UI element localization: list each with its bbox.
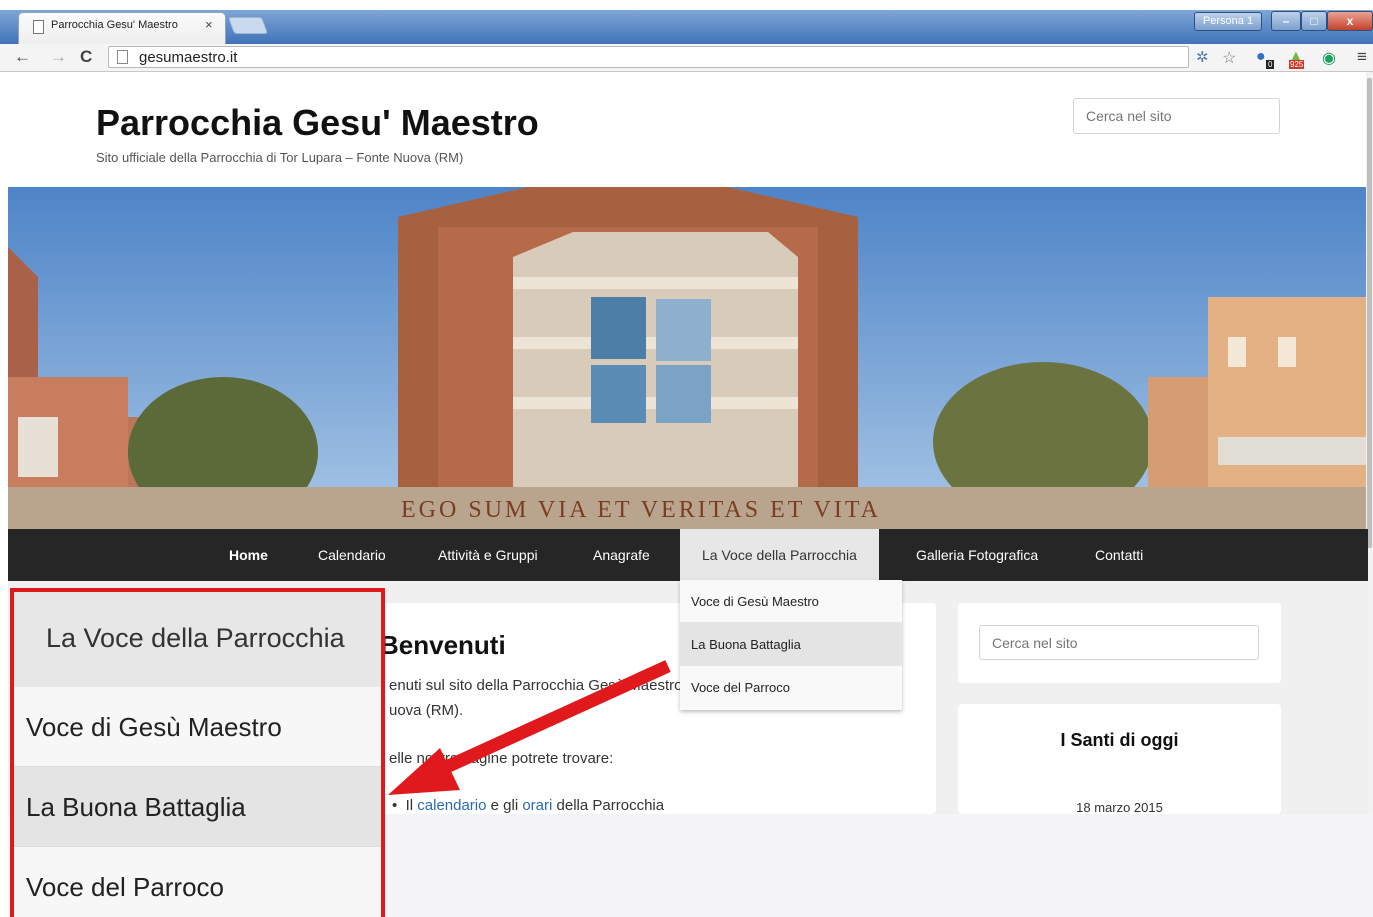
header-search-input[interactable] <box>1073 98 1280 134</box>
site-title[interactable]: Parrocchia Gesu' Maestro <box>96 102 539 144</box>
tab-close-icon[interactable]: × <box>205 17 213 32</box>
zoom-item-voce-gesu-maestro: Voce di Gesù Maestro <box>14 687 381 767</box>
forward-button[interactable]: → <box>50 47 67 67</box>
intro-line-2: uova (RM). <box>389 702 464 719</box>
new-tab-button[interactable] <box>227 17 269 34</box>
hero-image: EGO SUM VIA ET VERITAS ET VITA <box>8 187 1368 529</box>
nav-attivita-gruppi[interactable]: Attività e Gruppi <box>438 529 538 581</box>
submenu-voce-gesu-maestro[interactable]: Voce di Gesù Maestro <box>680 580 902 623</box>
extension-circle-icon[interactable]: ◉ <box>1322 48 1336 68</box>
extension-ghost-icon[interactable]: ● <box>1256 48 1266 66</box>
extension-icon[interactable]: ✲ <box>1196 48 1209 66</box>
bookmark-star-icon[interactable]: ☆ <box>1222 48 1236 68</box>
intro-line-1: enuti sul sito della Parrocchia Gesù Mae… <box>389 677 683 694</box>
page-icon <box>117 50 128 64</box>
zoom-item-voce-parroco: Voce del Parroco <box>26 872 225 902</box>
page-icon <box>33 20 44 34</box>
nav-voce-parrocchia[interactable]: La Voce della Parrocchia <box>680 529 879 581</box>
submenu-buona-battaglia[interactable]: La Buona Battaglia <box>680 623 902 666</box>
nav-calendario[interactable]: Calendario <box>318 529 386 581</box>
submenu-dropdown: Voce di Gesù Maestro La Buona Battaglia … <box>680 580 902 710</box>
close-window-button[interactable]: x <box>1327 11 1373 31</box>
extension-badge: 925 <box>1289 60 1305 69</box>
browser-tab[interactable]: Parrocchia Gesu' Maestro × <box>18 12 226 44</box>
bullet-item: • Il calendario e gli orari della Parroc… <box>392 797 664 814</box>
tab-title: Parrocchia Gesu' Maestro <box>51 19 178 31</box>
calendario-link[interactable]: calendario <box>417 797 486 814</box>
inscription-text: EGO SUM VIA ET VERITAS ET VITA <box>401 497 881 523</box>
intro-line-3: elle nostre pagine potrete trovare: <box>389 750 614 767</box>
url-text: gesumaestro.it <box>139 49 238 66</box>
bullet-text: Il <box>405 797 418 814</box>
zoom-callout: La Voce della Parrocchia Voce di Gesù Ma… <box>10 588 385 917</box>
bullet-text: della Parrocchia <box>552 797 665 814</box>
zoom-header-label: La Voce della Parrocchia <box>46 623 345 653</box>
profile-button[interactable]: Persona 1 <box>1194 12 1262 31</box>
bullet-dot: • <box>392 797 406 814</box>
browser-toolbar: ← → C gesumaestro.it ✲ ☆ ● 0 ▲ 925 ◉ ≡ <box>0 44 1373 72</box>
reload-button[interactable]: C <box>80 47 92 67</box>
menu-icon[interactable]: ≡ <box>1357 47 1367 67</box>
santi-title: I Santi di oggi <box>1060 730 1179 750</box>
zoom-header: La Voce della Parrocchia <box>14 592 381 687</box>
orari-link[interactable]: orari <box>522 797 552 814</box>
santi-widget <box>958 704 1281 814</box>
nav-anagrafe[interactable]: Anagrafe <box>593 529 650 581</box>
main-navigation: Home Calendario Attività e Gruppi Anagra… <box>8 529 1368 581</box>
maximize-button[interactable]: □ <box>1301 11 1327 31</box>
address-bar[interactable]: gesumaestro.it <box>108 46 1189 68</box>
submenu-voce-parroco[interactable]: Voce del Parroco <box>680 666 902 709</box>
nav-galleria-fotografica[interactable]: Galleria Fotografica <box>916 529 1038 581</box>
nav-home[interactable]: Home <box>229 529 268 581</box>
extension-badge: 0 <box>1266 60 1275 69</box>
minimize-button[interactable]: – <box>1271 11 1301 31</box>
site-tagline: Sito ufficiale della Parrocchia di Tor L… <box>96 150 464 165</box>
back-button[interactable]: ← <box>14 47 31 67</box>
sidebar-search-input[interactable] <box>979 625 1259 660</box>
church-photo: EGO SUM VIA ET VERITAS ET VITA <box>8 187 1368 529</box>
santi-date: 18 marzo 2015 <box>1076 800 1163 815</box>
bullet-text: e gli <box>486 797 523 814</box>
scrollbar-thumb[interactable] <box>1367 78 1372 548</box>
welcome-title: Benvenuti <box>380 630 506 660</box>
nav-contatti[interactable]: Contatti <box>1095 529 1143 581</box>
zoom-item-buona-battaglia: La Buona Battaglia <box>14 767 381 847</box>
browser-titlebar: Parrocchia Gesu' Maestro × Persona 1 – □… <box>0 0 1373 44</box>
